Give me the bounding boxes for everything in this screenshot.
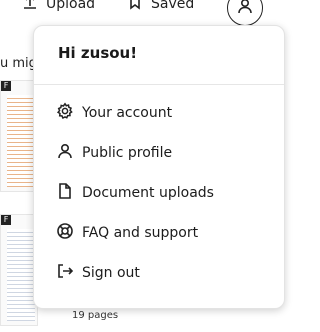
menu-item-label: FAQ and support [82,225,199,241]
menu-item-label: Document uploads [82,185,214,201]
saved-button[interactable]: Saved [127,0,194,14]
lifebuoy-icon [56,222,74,244]
menu-item-label: Public profile [82,145,173,161]
file-type-tag: F [1,81,11,91]
document-icon [56,182,74,204]
menu-divider [34,84,284,85]
background-snippet: u mig [0,56,37,71]
bookmark-icon [127,0,143,14]
page-count: 19 pages [72,310,119,321]
menu-item-your-account[interactable]: Your account [56,102,172,124]
thumbnail-preview [7,95,35,187]
gear-icon [56,102,74,124]
greeting: Hi zusou! [58,44,138,62]
saved-label: Saved [151,0,195,12]
thumbnail-preview [7,229,35,321]
menu-item-label: Your account [82,105,173,121]
account-avatar-button[interactable] [227,0,263,26]
person-icon [236,0,254,19]
menu-item-label: Sign out [82,265,140,281]
person-icon [56,142,74,164]
file-type-tag: F [1,215,11,225]
top-bar: Upload Saved [0,0,310,26]
upload-button[interactable]: Upload [22,0,95,14]
menu-item-sign-out[interactable]: Sign out [56,262,140,284]
sign-out-icon [56,262,74,284]
menu-item-document-uploads[interactable]: Document uploads [56,182,214,204]
menu-item-public-profile[interactable]: Public profile [56,142,172,164]
account-dropdown-menu: Hi zusou! Your account Public profile Do… [33,25,285,309]
upload-label: Upload [46,0,96,12]
upload-icon [22,0,38,14]
menu-item-faq-and-support[interactable]: FAQ and support [56,222,198,244]
